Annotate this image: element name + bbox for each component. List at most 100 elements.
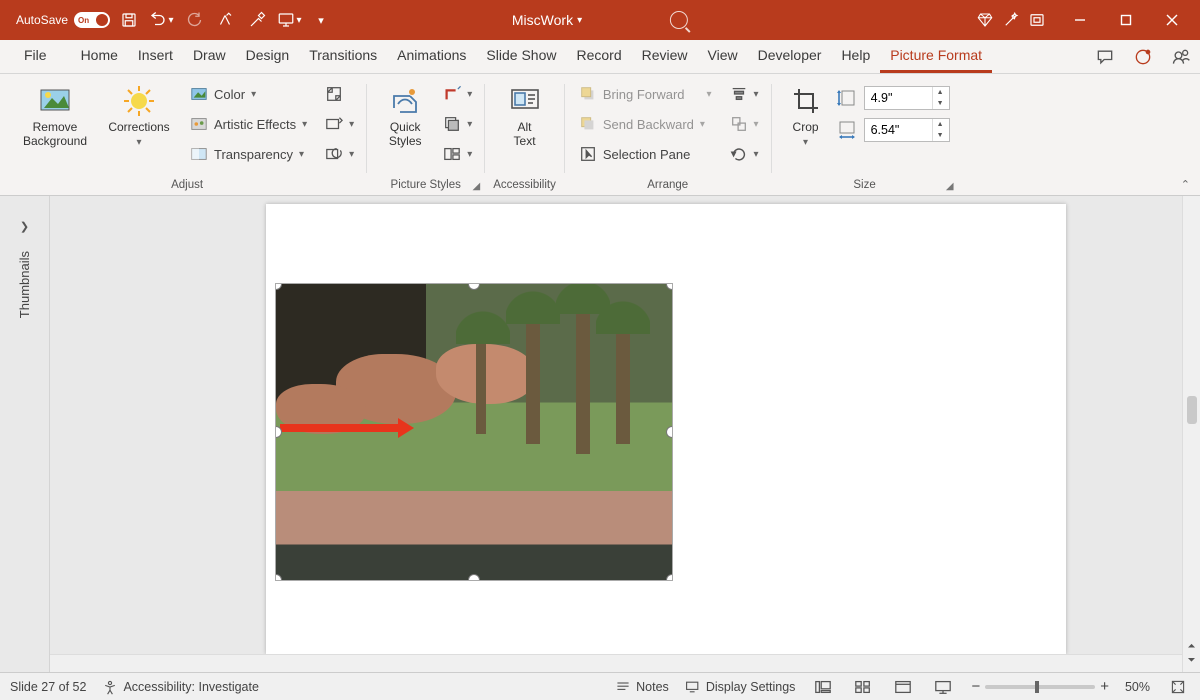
size-launcher-icon[interactable]: ◢	[946, 181, 954, 192]
corrections-button[interactable]: Corrections▾	[98, 80, 180, 153]
tab-record[interactable]: Record	[566, 40, 631, 73]
zoom-in-button[interactable]: +	[1100, 678, 1109, 695]
title-bar: AutoSave On ▾ ▾ ▾ MiscWork▾	[0, 0, 1200, 40]
transparency-button[interactable]: Transparency▾	[184, 140, 313, 168]
fit-to-window-icon[interactable]	[1166, 677, 1190, 697]
zoom-out-button[interactable]: −	[971, 678, 980, 695]
send-backward-button[interactable]: Send Backward▾	[573, 110, 718, 138]
accessibility-status[interactable]: Accessibility: Investigate	[102, 679, 258, 695]
normal-view-icon[interactable]	[811, 677, 835, 697]
width-field[interactable]: ▲▼	[864, 118, 950, 142]
picture-styles-launcher-icon[interactable]: ◢	[473, 181, 481, 192]
window-mode-icon[interactable]	[1024, 7, 1050, 33]
tab-help[interactable]: Help	[831, 40, 880, 73]
resize-handle-n[interactable]	[468, 284, 480, 290]
slide-counter[interactable]: Slide 27 of 52	[10, 680, 86, 694]
ribbon: Remove Background Corrections▾ Color▾ Ar…	[0, 74, 1200, 196]
picture-border-button[interactable]: ▾	[439, 80, 476, 108]
change-picture-button[interactable]: ▾	[321, 110, 358, 138]
width-down[interactable]: ▼	[932, 130, 948, 141]
qat-icon-1[interactable]	[212, 7, 238, 33]
resize-handle-e[interactable]	[666, 426, 672, 438]
resize-handle-ne[interactable]	[666, 284, 672, 290]
compress-pictures-button[interactable]	[321, 80, 358, 108]
resize-handle-sw[interactable]	[276, 574, 282, 580]
minimize-button[interactable]	[1058, 5, 1102, 35]
group-label-accessibility: Accessibility	[493, 175, 556, 195]
tab-view[interactable]: View	[698, 40, 748, 73]
expand-thumbnails-icon[interactable]: ❯	[20, 220, 29, 233]
maximize-button[interactable]	[1104, 5, 1148, 35]
qat-icon-2[interactable]	[244, 7, 270, 33]
crop-button[interactable]: Crop▾	[780, 80, 832, 153]
diamond-icon[interactable]	[972, 7, 998, 33]
autosave-toggle[interactable]: AutoSave On	[16, 12, 110, 28]
tab-insert[interactable]: Insert	[128, 40, 183, 73]
tab-slideshow[interactable]: Slide Show	[476, 40, 566, 73]
present-icon[interactable]: ▾	[276, 7, 302, 33]
undo-icon[interactable]: ▾	[148, 7, 174, 33]
zoom-slider[interactable]	[985, 685, 1095, 689]
vertical-scrollbar[interactable]: ⏶ ⏷	[1182, 196, 1200, 672]
reading-view-icon[interactable]	[891, 677, 915, 697]
tab-developer[interactable]: Developer	[748, 40, 832, 73]
zoom-level[interactable]: 50%	[1125, 680, 1150, 694]
resize-handle-se[interactable]	[666, 574, 672, 580]
slide-canvas[interactable]	[50, 196, 1182, 654]
prev-slide-icon[interactable]: ⏶	[1188, 641, 1196, 652]
group-label-arrange: Arrange	[647, 175, 688, 195]
slide[interactable]	[266, 204, 1066, 654]
tab-home[interactable]: Home	[71, 40, 128, 73]
tab-transitions[interactable]: Transitions	[299, 40, 387, 73]
tab-animations[interactable]: Animations	[387, 40, 476, 73]
ribbon-tabs: File Home Insert Draw Design Transitions…	[0, 40, 1200, 74]
share-icon[interactable]	[1162, 40, 1200, 73]
document-title[interactable]: MiscWork▾	[512, 12, 582, 28]
notes-button[interactable]: Notes	[615, 679, 669, 695]
reset-picture-button[interactable]: ▾	[321, 140, 358, 168]
horizontal-scrollbar[interactable]	[50, 654, 1182, 672]
bring-forward-button[interactable]: Bring Forward▾	[573, 80, 718, 108]
redo-icon[interactable]	[180, 7, 206, 33]
slide-sorter-view-icon[interactable]	[851, 677, 875, 697]
save-icon[interactable]	[116, 7, 142, 33]
close-button[interactable]	[1150, 5, 1194, 35]
rotate-button[interactable]: ▾	[726, 140, 763, 168]
group-size: Crop▾ ▲▼ ▲▼ Size ◢	[772, 78, 958, 195]
group-objects-button[interactable]: ▾	[726, 110, 763, 138]
group-label-size: Size	[853, 175, 875, 195]
next-slide-icon[interactable]: ⏷	[1188, 655, 1196, 666]
display-settings-button[interactable]: Display Settings	[685, 679, 796, 695]
picture-effects-button[interactable]: ▾	[439, 110, 476, 138]
align-button[interactable]: ▾	[726, 80, 763, 108]
artistic-effects-button[interactable]: Artistic Effects▾	[184, 110, 313, 138]
tab-review[interactable]: Review	[632, 40, 698, 73]
tab-design[interactable]: Design	[236, 40, 300, 73]
thumbnails-label: Thumbnails	[17, 251, 32, 318]
alt-text-button[interactable]: Alt Text	[497, 80, 553, 153]
group-arrange: Bring Forward▾ Send Backward▾ Selection …	[565, 78, 771, 195]
group-label-picture-styles: Picture Styles	[391, 175, 461, 195]
tab-picture-format[interactable]: Picture Format	[880, 40, 992, 73]
slideshow-view-icon[interactable]	[931, 677, 955, 697]
height-down[interactable]: ▼	[932, 98, 948, 109]
width-up[interactable]: ▲	[932, 119, 948, 130]
collapse-ribbon-icon[interactable]: ⌃	[1181, 178, 1190, 191]
height-field[interactable]: ▲▼	[864, 86, 950, 110]
search-icon[interactable]	[670, 11, 688, 29]
resize-handle-s[interactable]	[468, 574, 480, 580]
picture-layout-button[interactable]: ▾	[439, 140, 476, 168]
thumbnails-panel[interactable]: ❯ Thumbnails	[0, 196, 50, 672]
comments-icon[interactable]	[1086, 40, 1124, 73]
tab-file[interactable]: File	[14, 40, 57, 73]
qat-overflow-icon[interactable]: ▾	[308, 7, 334, 33]
inserted-picture[interactable]	[276, 284, 672, 580]
tab-draw[interactable]: Draw	[183, 40, 236, 73]
remove-background-button[interactable]: Remove Background	[16, 80, 94, 153]
height-up[interactable]: ▲	[932, 87, 948, 98]
quick-styles-button[interactable]: Quick Styles	[375, 80, 435, 153]
color-button[interactable]: Color▾	[184, 80, 313, 108]
selection-pane-button[interactable]: Selection Pane	[573, 140, 718, 168]
catchup-icon[interactable]	[1124, 40, 1162, 73]
wand-icon[interactable]	[998, 7, 1024, 33]
